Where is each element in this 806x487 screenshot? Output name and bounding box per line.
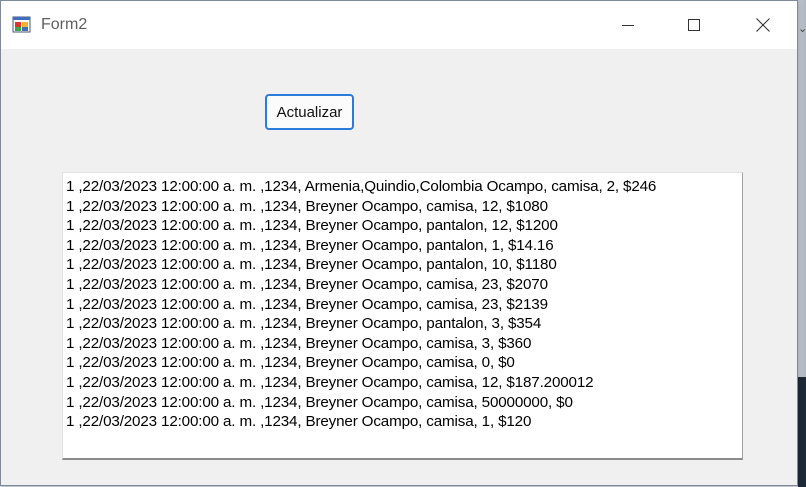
- maximize-button[interactable]: [659, 1, 729, 49]
- list-item[interactable]: 1 ,22/03/2023 12:00:00 a. m. ,1234, Brey…: [66, 412, 742, 432]
- close-icon: [756, 18, 770, 32]
- taskbar-edge: [798, 377, 806, 487]
- form-client-area: Actualizar 1 ,22/03/2023 12:00:00 a. m. …: [1, 49, 797, 485]
- records-listbox[interactable]: 1 ,22/03/2023 12:00:00 a. m. ,1234, Arme…: [62, 172, 743, 460]
- list-item[interactable]: 1 ,22/03/2023 12:00:00 a. m. ,1234, Brey…: [66, 373, 742, 393]
- window-title: Form2: [41, 16, 88, 33]
- list-item[interactable]: 1 ,22/03/2023 12:00:00 a. m. ,1234, Brey…: [66, 255, 742, 275]
- list-item[interactable]: 1 ,22/03/2023 12:00:00 a. m. ,1234, Brey…: [66, 353, 742, 373]
- form-window: Form2 Actualizar 1 ,22/03/2023 12:00:00 …: [0, 0, 798, 486]
- minimize-icon: [622, 25, 634, 26]
- chevron-down-icon: ⌄: [798, 23, 806, 35]
- desktop-background: ⌄: [798, 0, 806, 487]
- list-item[interactable]: 1 ,22/03/2023 12:00:00 a. m. ,1234, Brey…: [66, 216, 742, 236]
- list-items: 1 ,22/03/2023 12:00:00 a. m. ,1234, Arme…: [66, 177, 742, 432]
- list-item[interactable]: 1 ,22/03/2023 12:00:00 a. m. ,1234, Brey…: [66, 393, 742, 413]
- title-bar[interactable]: Form2: [1, 1, 797, 49]
- list-item[interactable]: 1 ,22/03/2023 12:00:00 a. m. ,1234, Brey…: [66, 197, 742, 217]
- maximize-icon: [688, 19, 700, 31]
- close-button[interactable]: [728, 1, 798, 49]
- list-item[interactable]: 1 ,22/03/2023 12:00:00 a. m. ,1234, Brey…: [66, 236, 742, 256]
- list-item[interactable]: 1 ,22/03/2023 12:00:00 a. m. ,1234, Brey…: [66, 334, 742, 354]
- list-item[interactable]: 1 ,22/03/2023 12:00:00 a. m. ,1234, Brey…: [66, 314, 742, 334]
- winforms-app-icon: [12, 15, 32, 35]
- minimize-button[interactable]: [593, 1, 663, 49]
- list-item[interactable]: 1 ,22/03/2023 12:00:00 a. m. ,1234, Brey…: [66, 275, 742, 295]
- list-item[interactable]: 1 ,22/03/2023 12:00:00 a. m. ,1234, Brey…: [66, 295, 742, 315]
- update-button[interactable]: Actualizar: [265, 94, 354, 130]
- list-item[interactable]: 1 ,22/03/2023 12:00:00 a. m. ,1234, Arme…: [66, 177, 742, 197]
